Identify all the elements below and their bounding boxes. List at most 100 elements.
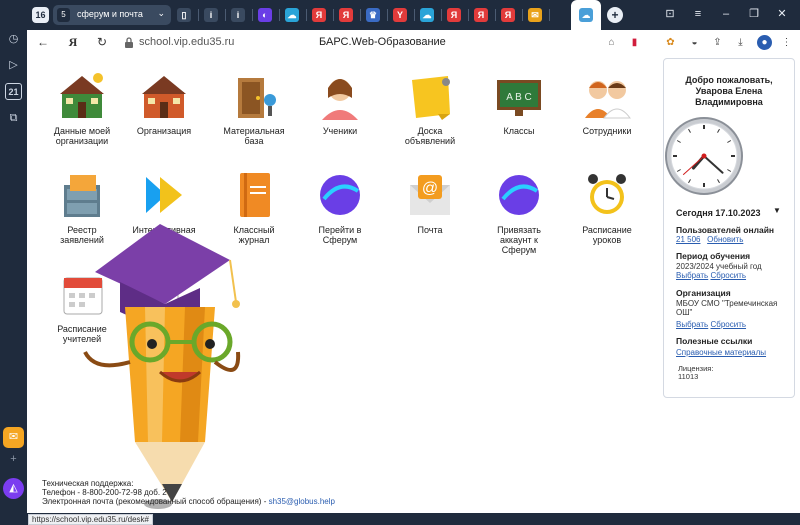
more-icon[interactable]: ⋮ <box>779 35 794 50</box>
desk-tile[interactable]: Данные моей организации <box>45 70 119 146</box>
yandex-icon[interactable]: Я <box>312 8 326 22</box>
yandex-icon[interactable]: Я <box>474 8 488 22</box>
bookmark-flag-icon[interactable]: ▮ <box>627 35 642 50</box>
status-url: https://school.vip.edu35.ru/desk# <box>28 514 153 525</box>
close-icon[interactable]: ✕ <box>775 6 789 22</box>
desk-tile[interactable]: Сотрудники <box>570 70 644 136</box>
page-title: БАРС.Web-Образование <box>319 36 446 48</box>
tab-separator <box>333 9 334 21</box>
tab-group-sferum[interactable]: 5 сферум и почта ⌄ <box>53 5 171 25</box>
tab-separator <box>549 9 550 21</box>
tab-group-badge: 5 <box>57 8 70 22</box>
tab-separator <box>522 9 523 21</box>
tab-separator <box>387 9 388 21</box>
tab-separator <box>198 9 199 21</box>
desk-tile[interactable]: Материальная база <box>217 70 291 146</box>
info-icon[interactable]: i <box>231 8 245 22</box>
support-phone: Телефон - 8-800-200-72-98 доб. 2 <box>42 488 167 497</box>
reference-materials-link[interactable]: Справочные материалы <box>676 348 766 357</box>
minimize-icon[interactable]: – <box>719 6 733 22</box>
desk-tile-label: Почта <box>417 225 443 235</box>
yandex-icon[interactable]: Я <box>339 8 353 22</box>
desk-tile-label: Перейти в Сферум <box>318 225 362 245</box>
refresh-link[interactable]: Обновить <box>707 235 743 244</box>
browser-sidebar: ◷ ▷ 21 ⧉ ✉ + ◭ <box>0 0 27 525</box>
pencil-mascot-image <box>83 224 241 509</box>
yandex-icon[interactable]: Я <box>501 8 515 22</box>
tab-current[interactable]: ☁ <box>571 0 601 30</box>
online-count-link[interactable]: 21 506 <box>676 235 700 244</box>
mail-icon[interactable]: ✉ <box>528 8 542 22</box>
menu-icon[interactable]: ≡ <box>691 6 705 22</box>
yandex-browser-icon[interactable]: Y <box>393 8 407 22</box>
url-text[interactable]: school.vip.edu35.ru <box>139 36 234 48</box>
period-value: 2023/2024 учебный год <box>676 262 762 271</box>
triangle-down-icon[interactable]: ▼ <box>773 206 781 215</box>
desk-tile-label: Доска объявлений <box>404 126 456 146</box>
period-reset-link[interactable]: Сбросить <box>710 271 746 280</box>
desk-tile[interactable]: Расписание уроков <box>570 169 644 245</box>
welcome-greeting: Добро пожаловать, <box>685 75 773 85</box>
maximize-icon[interactable]: ❐ <box>747 6 761 22</box>
tab-group-label: сферум и почта <box>77 9 143 19</box>
tab-count-badge[interactable]: 16 <box>32 7 49 23</box>
chevron-down-icon[interactable]: ⌄ <box>157 8 165 19</box>
calendar-icon[interactable]: 21 <box>5 83 22 100</box>
desk-tile[interactable]: Привязать аккаунт к Сферум <box>482 169 556 255</box>
desk-tile[interactable]: A B C Классы <box>482 70 556 136</box>
welcome-text: Добро пожаловать, Уварова Елена Владимир… <box>664 75 794 108</box>
useful-links-heading: Полезные ссылки <box>676 336 753 346</box>
info-icon[interactable]: i <box>204 8 218 22</box>
org-select-link[interactable]: Выбрать <box>676 320 708 329</box>
history-icon[interactable]: ◷ <box>5 31 22 48</box>
desk-tile[interactable]: @ Почта <box>393 169 467 235</box>
user-name: Уварова Елена Владимировна <box>695 86 763 107</box>
copy-icon[interactable]: ⧉ <box>5 110 22 127</box>
play-icon[interactable]: ▷ <box>5 57 22 74</box>
crest-icon[interactable]: ♛ <box>366 8 380 22</box>
sferum-icon[interactable]: ◐ <box>258 8 272 22</box>
desk-tile[interactable]: Перейти в Сферум <box>303 169 377 245</box>
organization-heading: Организация <box>676 288 731 298</box>
cloud-icon[interactable]: ☁ <box>285 8 299 22</box>
school-building-icon <box>56 70 108 122</box>
extension-icon[interactable]: ✿ <box>663 35 678 50</box>
share-icon[interactable]: ⇪ <box>710 35 725 50</box>
doc-icon[interactable]: ▯ <box>177 8 191 22</box>
staff-icon <box>581 70 633 122</box>
desk-tile-label: Сотрудники <box>582 126 632 136</box>
support-email-link[interactable]: sh35@globus.help <box>269 497 335 506</box>
reload-icon[interactable]: ↻ <box>94 34 110 50</box>
tab-separator <box>414 9 415 21</box>
mail-sidebar-icon[interactable]: ✉ <box>3 427 24 448</box>
alice-icon[interactable]: ◭ <box>3 478 24 499</box>
cloud-icon[interactable]: ☁ <box>420 8 434 22</box>
building-icon <box>138 70 190 122</box>
bookmark-icon[interactable]: ⊡ <box>663 6 677 22</box>
mail-at-icon: @ <box>404 169 456 221</box>
desk-tile-label: Ученики <box>322 126 358 136</box>
site-info-icon[interactable]: ⌂ <box>604 35 619 50</box>
period-select-link[interactable]: Выбрать <box>676 271 708 280</box>
add-panel-icon[interactable]: + <box>5 451 22 468</box>
chalkboard-icon: A B C <box>493 70 545 122</box>
sferum-icon <box>493 169 545 221</box>
desk-tile[interactable]: Ученики <box>303 70 377 136</box>
sticky-note-icon <box>404 70 456 122</box>
tab-separator <box>252 9 253 21</box>
period-heading: Период обучения <box>676 251 751 261</box>
shield-icon[interactable]: ◒ <box>687 35 702 50</box>
yandex-icon[interactable]: Я <box>447 8 461 22</box>
download-icon[interactable]: ⤓ <box>733 35 748 50</box>
desk-tile[interactable]: Доска объявлений <box>393 70 467 146</box>
back-icon[interactable]: ← <box>35 34 51 50</box>
yandex-logo-icon[interactable]: Я <box>65 34 81 50</box>
profile-icon[interactable]: ● <box>757 35 772 50</box>
tab-separator <box>279 9 280 21</box>
org-reset-link[interactable]: Сбросить <box>710 320 746 329</box>
new-tab-button[interactable]: + <box>607 7 623 23</box>
desk-tile[interactable]: Организация <box>127 70 201 136</box>
svg-text:A B C: A B C <box>506 92 532 103</box>
tab-separator <box>495 9 496 21</box>
support-footer: Техническая поддержка: Телефон - 8-800-2… <box>42 479 335 506</box>
